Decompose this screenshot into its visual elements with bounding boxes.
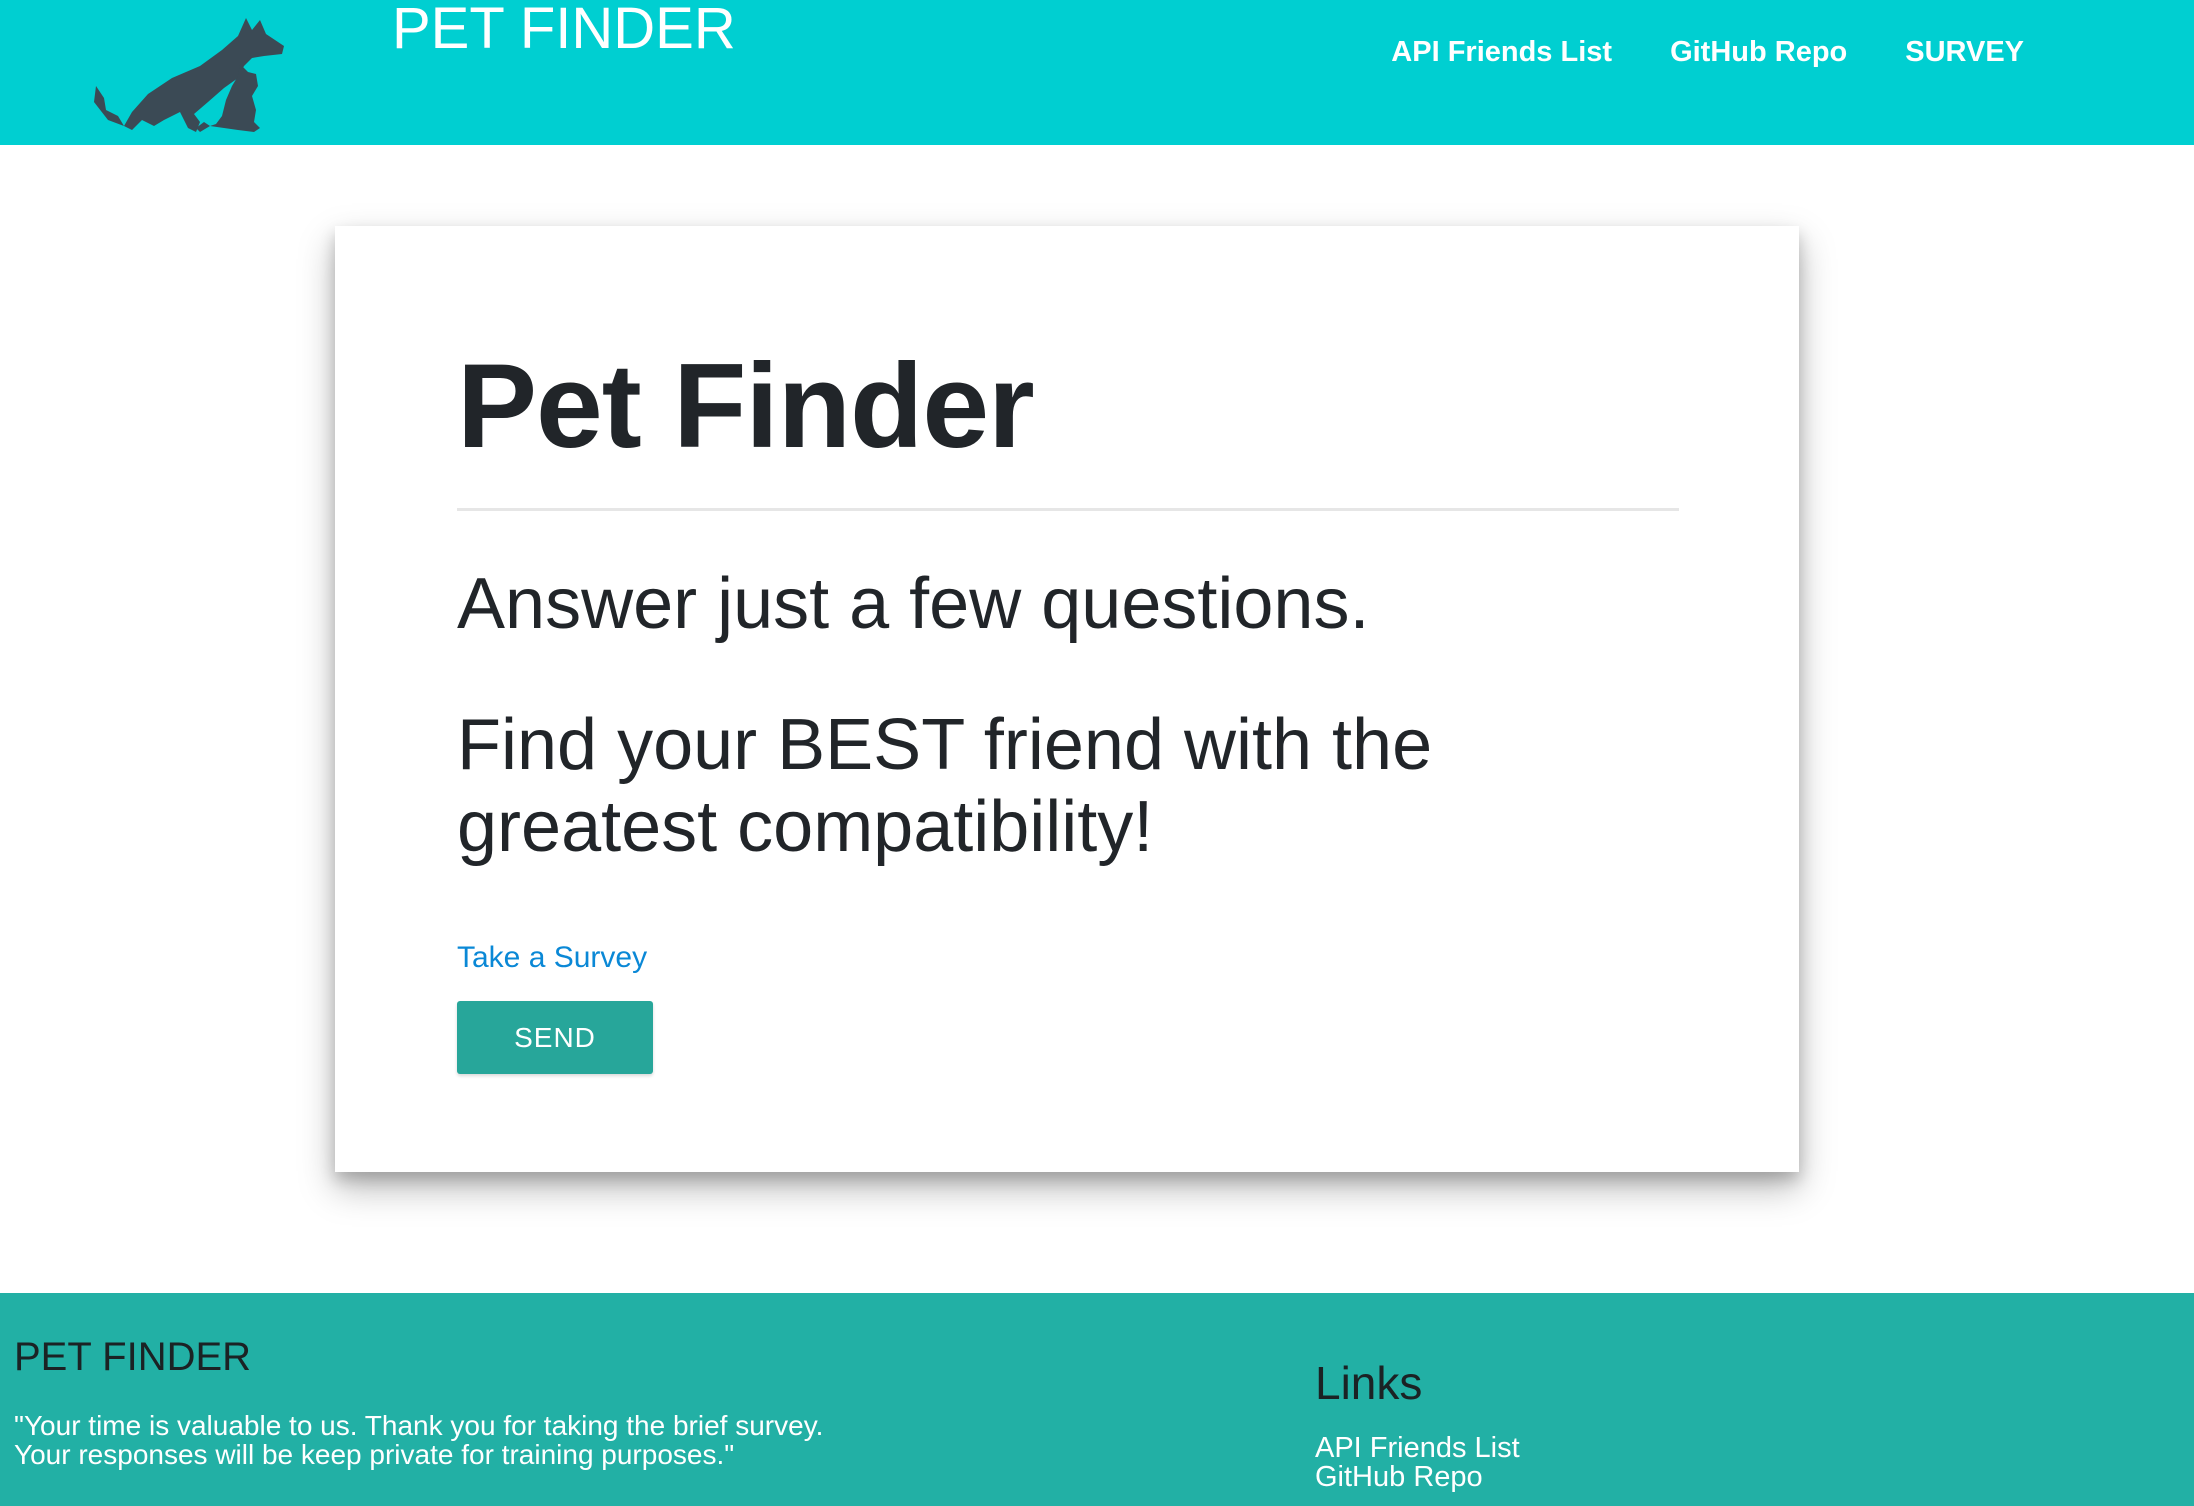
footer-message: "Your time is valuable to us. Thank you … bbox=[14, 1411, 823, 1469]
footer-link-api-friends-list[interactable]: API Friends List bbox=[1315, 1434, 1520, 1463]
top-navbar: PET FINDER API Friends List GitHub Repo … bbox=[0, 0, 2194, 145]
nav-link-github-repo[interactable]: GitHub Repo bbox=[1670, 32, 1847, 72]
footer-link-github-repo[interactable]: GitHub Repo bbox=[1315, 1463, 1520, 1492]
nav-link-api-friends-list[interactable]: API Friends List bbox=[1391, 32, 1612, 72]
nav-link-survey[interactable]: SURVEY bbox=[1905, 32, 2024, 72]
nav-links: API Friends List GitHub Repo SURVEY bbox=[1391, 32, 2024, 72]
footer-message-line-1: "Your time is valuable to us. Thank you … bbox=[14, 1410, 824, 1441]
dog-and-cat-silhouette-icon[interactable] bbox=[88, 16, 298, 138]
footer-title: PET FINDER bbox=[14, 1335, 252, 1379]
lead-text-best-friend: Find your BEST friend with the greatest … bbox=[457, 705, 1433, 867]
brand-title[interactable]: PET FINDER bbox=[392, 0, 736, 64]
footer-message-line-2: Your responses will be keep private for … bbox=[14, 1439, 735, 1470]
lead-text-questions: Answer just a few questions. bbox=[457, 564, 1370, 644]
page-footer: PET FINDER "Your time is valuable to us.… bbox=[0, 1293, 2194, 1506]
page-title: Pet Finder bbox=[457, 339, 1035, 473]
footer-links-heading: Links bbox=[1315, 1357, 1423, 1409]
send-button[interactable]: SEND bbox=[457, 1001, 653, 1074]
take-survey-link[interactable]: Take a Survey bbox=[457, 938, 647, 978]
footer-links-list: API Friends List GitHub Repo bbox=[1315, 1434, 1520, 1492]
divider bbox=[457, 508, 1679, 511]
jumbotron-card: Pet Finder Answer just a few questions. … bbox=[335, 226, 1799, 1172]
